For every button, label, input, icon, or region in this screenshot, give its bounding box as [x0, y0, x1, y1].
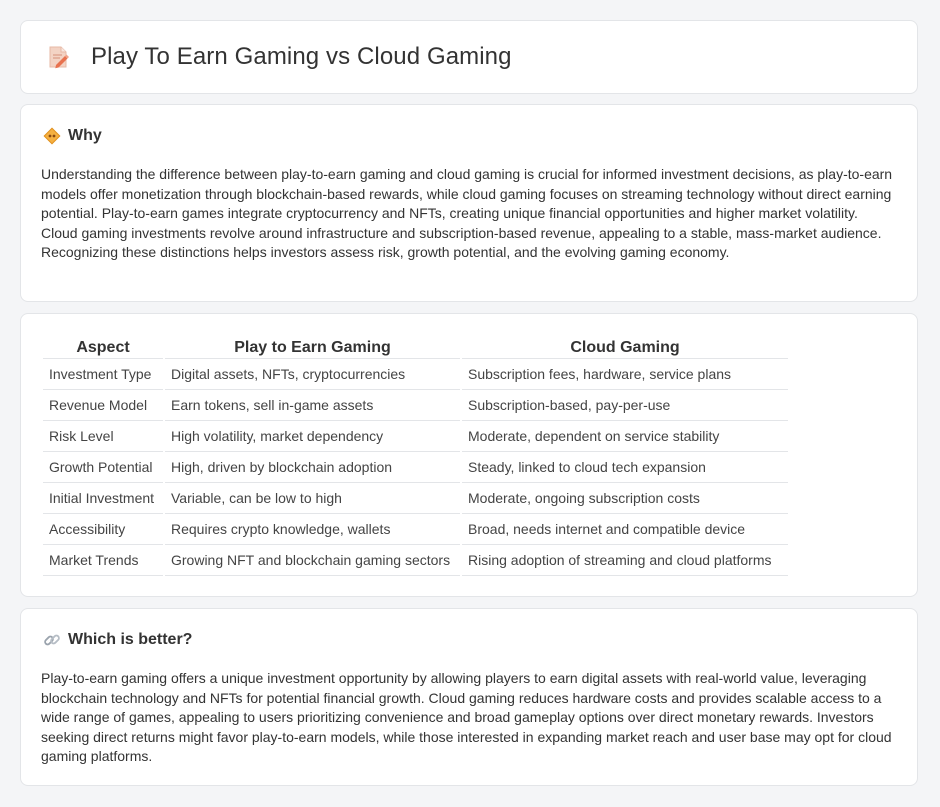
which-is-better-card: Which is better? Play-to-earn gaming off… — [20, 608, 918, 786]
why-heading: Why — [68, 127, 102, 144]
cell-play-to-earn: Growing NFT and blockchain gaming sector… — [165, 545, 460, 576]
comparison-card: Aspect Play to Earn Gaming Cloud Gaming … — [20, 313, 918, 597]
table-row: Investment Type Digital assets, NFTs, cr… — [43, 359, 788, 390]
title-row: Play To Earn Gaming vs Cloud Gaming — [21, 21, 917, 93]
cell-play-to-earn: Digital assets, NFTs, cryptocurrencies — [165, 359, 460, 390]
cell-cloud-gaming: Subscription fees, hardware, service pla… — [462, 359, 788, 390]
table-row: Revenue Model Earn tokens, sell in-game … — [43, 390, 788, 421]
cell-aspect: Growth Potential — [43, 452, 163, 483]
diamond-sign-icon — [43, 127, 61, 145]
table-row: Accessibility Requires crypto knowledge,… — [43, 514, 788, 545]
cell-aspect: Accessibility — [43, 514, 163, 545]
table-row: Growth Potential High, driven by blockch… — [43, 452, 788, 483]
better-heading-row: Which is better? — [43, 631, 192, 649]
cell-cloud-gaming: Broad, needs internet and compatible dev… — [462, 514, 788, 545]
cell-play-to-earn: Variable, can be low to high — [165, 483, 460, 514]
document-pencil-icon — [45, 44, 71, 70]
cell-cloud-gaming: Moderate, dependent on service stability — [462, 421, 788, 452]
better-text: Play-to-earn gaming offers a unique inve… — [41, 670, 892, 764]
cell-play-to-earn: High, driven by blockchain adoption — [165, 452, 460, 483]
why-text: Understanding the difference between pla… — [41, 166, 893, 260]
header-aspect: Aspect — [43, 334, 163, 359]
table-row: Initial Investment Variable, can be low … — [43, 483, 788, 514]
cell-aspect: Revenue Model — [43, 390, 163, 421]
cell-play-to-earn: Earn tokens, sell in-game assets — [165, 390, 460, 421]
cell-cloud-gaming: Subscription-based, pay-per-use — [462, 390, 788, 421]
cell-cloud-gaming: Moderate, ongoing subscription costs — [462, 483, 788, 514]
cell-aspect: Market Trends — [43, 545, 163, 576]
why-heading-row: Why — [43, 127, 102, 145]
table-header-row: Aspect Play to Earn Gaming Cloud Gaming — [43, 334, 788, 359]
cell-aspect: Initial Investment — [43, 483, 163, 514]
cell-aspect: Investment Type — [43, 359, 163, 390]
cell-play-to-earn: Requires crypto knowledge, wallets — [165, 514, 460, 545]
cell-cloud-gaming: Steady, linked to cloud tech expansion — [462, 452, 788, 483]
cell-cloud-gaming: Rising adoption of streaming and cloud p… — [462, 545, 788, 576]
cell-play-to-earn: High volatility, market dependency — [165, 421, 460, 452]
better-heading: Which is better? — [68, 631, 193, 648]
table-row: Market Trends Growing NFT and blockchain… — [43, 545, 788, 576]
why-card: Why Understanding the difference between… — [20, 104, 918, 302]
header-play-to-earn: Play to Earn Gaming — [165, 334, 460, 359]
table-row: Risk Level High volatility, market depen… — [43, 421, 788, 452]
title-card: Play To Earn Gaming vs Cloud Gaming — [20, 20, 918, 94]
link-icon — [43, 631, 61, 649]
page-title: Play To Earn Gaming vs Cloud Gaming — [91, 43, 512, 70]
comparison-table: Aspect Play to Earn Gaming Cloud Gaming … — [41, 334, 790, 576]
header-cloud-gaming: Cloud Gaming — [462, 334, 788, 359]
cell-aspect: Risk Level — [43, 421, 163, 452]
